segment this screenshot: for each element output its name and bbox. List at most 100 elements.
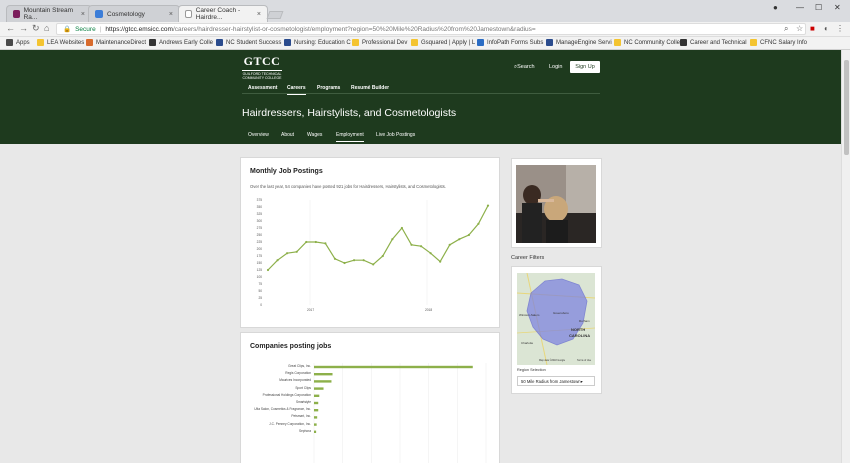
close-icon[interactable]: × xyxy=(81,11,85,18)
nav-careers[interactable]: Careers xyxy=(287,85,306,95)
y-tick-label: 125 xyxy=(256,268,262,272)
data-point[interactable] xyxy=(295,250,298,253)
bar[interactable] xyxy=(314,365,473,369)
page-scrollbar[interactable] xyxy=(841,50,850,463)
y-tick-label: 0 xyxy=(260,303,262,307)
maximize-icon[interactable]: ☐ xyxy=(815,3,822,12)
bar[interactable] xyxy=(314,380,332,383)
data-point[interactable] xyxy=(400,226,404,230)
data-point[interactable] xyxy=(439,260,442,263)
data-point[interactable] xyxy=(448,243,451,246)
nav-programs[interactable]: Programs xyxy=(317,85,340,91)
bookmark-apps[interactable]: Apps xyxy=(6,39,30,46)
star-icon[interactable]: ☆ xyxy=(796,24,803,33)
bookmark-item[interactable]: MaintenanceDirect xyxy=(86,39,146,46)
data-point[interactable] xyxy=(324,242,327,245)
region-select[interactable]: 50 Mile Radius from Jamestown ▾ xyxy=(517,376,595,386)
gtcc-logo[interactable]: GTCC GUILFORD TECHNICAL COMMUNITY COLLEG… xyxy=(242,54,282,80)
bookmark-item[interactable]: Nursing: Education C xyxy=(284,39,351,46)
data-point[interactable] xyxy=(352,259,356,262)
data-point[interactable] xyxy=(458,238,461,241)
sign-up-button[interactable]: Sign Up xyxy=(570,61,600,73)
bar-chart xyxy=(313,363,487,463)
data-point[interactable] xyxy=(477,222,480,225)
nav-resume-builder[interactable]: Resumé Builder xyxy=(351,85,389,91)
bar[interactable] xyxy=(314,401,319,405)
data-point[interactable] xyxy=(286,252,289,255)
login-link[interactable]: Login xyxy=(549,64,562,70)
data-point[interactable] xyxy=(391,238,394,241)
bookmark-item[interactable]: Professional Dev xyxy=(352,39,407,46)
data-point[interactable] xyxy=(343,261,346,265)
minimize-icon[interactable]: — xyxy=(796,3,804,12)
subnav-employment[interactable]: Employment xyxy=(336,132,364,142)
bar[interactable] xyxy=(314,394,320,397)
data-point[interactable] xyxy=(333,257,337,260)
zoom-icon[interactable]: ⌕ xyxy=(784,24,788,34)
data-point[interactable] xyxy=(314,240,317,244)
y-tick-label: 225 xyxy=(256,240,262,244)
profile-icon[interactable]: ● xyxy=(773,3,778,12)
bar[interactable] xyxy=(314,373,333,376)
y-tick-label: 275 xyxy=(256,226,262,230)
subnav-live-job-postings[interactable]: Live Job Postings xyxy=(376,132,415,138)
data-point[interactable] xyxy=(419,245,423,248)
reload-icon[interactable]: ↻ xyxy=(32,23,40,34)
tab-cosmetology[interactable]: Cosmetology × xyxy=(88,5,180,22)
bar[interactable] xyxy=(314,423,317,426)
company-label: Smartstyle xyxy=(295,400,311,404)
map-attribution: Map data ©2018 Google xyxy=(539,359,566,362)
bookmark-item[interactable]: Gsquared | Apply | L xyxy=(411,39,475,46)
bookmark-item[interactable]: NC Community Colle xyxy=(614,39,680,46)
bookmark-item[interactable]: CFNC Salary Info xyxy=(750,39,807,46)
region-map[interactable]: Winston-Salem Greensboro Durham NORTH CA… xyxy=(517,273,595,365)
y-tick-label: 325 xyxy=(256,212,262,216)
close-icon[interactable]: × xyxy=(257,11,261,18)
subnav-overview[interactable]: Overview xyxy=(248,132,269,138)
extension-icon[interactable]: ◐ xyxy=(824,24,829,33)
data-point[interactable] xyxy=(305,240,308,244)
subnav-about[interactable]: About xyxy=(281,132,294,138)
data-point[interactable] xyxy=(410,243,413,246)
data-point[interactable] xyxy=(372,263,375,266)
tab-mountain-stream[interactable]: Mountain Stream Ra... × xyxy=(6,5,92,22)
region-selection-label: Region Selection xyxy=(517,368,546,372)
bar[interactable] xyxy=(314,409,319,412)
close-icon[interactable]: × xyxy=(169,11,173,18)
bookmark-item[interactable]: ManageEngine Servi xyxy=(546,39,612,46)
map-terms-link[interactable]: Terms of Use xyxy=(577,359,591,362)
bookmarks-bar: Apps LEA Websites MaintenanceDirect Andr… xyxy=(0,37,850,50)
back-icon[interactable]: ← xyxy=(6,23,15,33)
home-icon[interactable]: ⌂ xyxy=(44,23,49,33)
bar[interactable] xyxy=(314,387,324,390)
menu-icon[interactable]: ⋮ xyxy=(836,24,844,33)
bookmark-item[interactable]: InfoPath Forms Subs xyxy=(477,39,543,46)
data-point[interactable] xyxy=(381,254,384,258)
data-point[interactable] xyxy=(362,259,365,262)
bar[interactable] xyxy=(314,416,318,419)
data-point[interactable] xyxy=(266,268,270,272)
subnav-wages[interactable]: Wages xyxy=(307,132,322,138)
bookmark-item[interactable]: Career and Technical xyxy=(680,39,747,46)
bookmark-item[interactable]: LEA Websites xyxy=(37,39,84,46)
career-filters-heading: Career Filters xyxy=(511,255,545,261)
nav-assessment[interactable]: Assessment xyxy=(248,85,277,91)
data-point[interactable] xyxy=(486,204,490,207)
data-point[interactable] xyxy=(276,259,279,262)
scrollbar-thumb[interactable] xyxy=(844,60,849,155)
url-input[interactable]: 🔒 Secure | https://gtcc.emsicc.com/caree… xyxy=(56,23,806,35)
close-window-icon[interactable]: ✕ xyxy=(834,3,841,12)
search-link[interactable]: ⌕Search xyxy=(514,64,535,71)
y-tick-label: 200 xyxy=(256,247,262,251)
bookmark-item[interactable]: Andrews Early Colle xyxy=(149,39,213,46)
bar[interactable] xyxy=(314,430,317,433)
extension-icon[interactable]: ■ xyxy=(810,24,815,33)
data-point[interactable] xyxy=(429,252,432,255)
company-label: Professional Holdings Corporation xyxy=(262,392,311,397)
forward-icon[interactable]: → xyxy=(19,23,28,33)
tab-career-coach[interactable]: Career Coach - Hairdre... × xyxy=(178,5,268,22)
series-line xyxy=(267,205,489,271)
bookmark-item[interactable]: NC Student Success xyxy=(216,39,281,46)
new-tab-button[interactable] xyxy=(266,11,284,19)
data-point[interactable] xyxy=(467,233,470,237)
